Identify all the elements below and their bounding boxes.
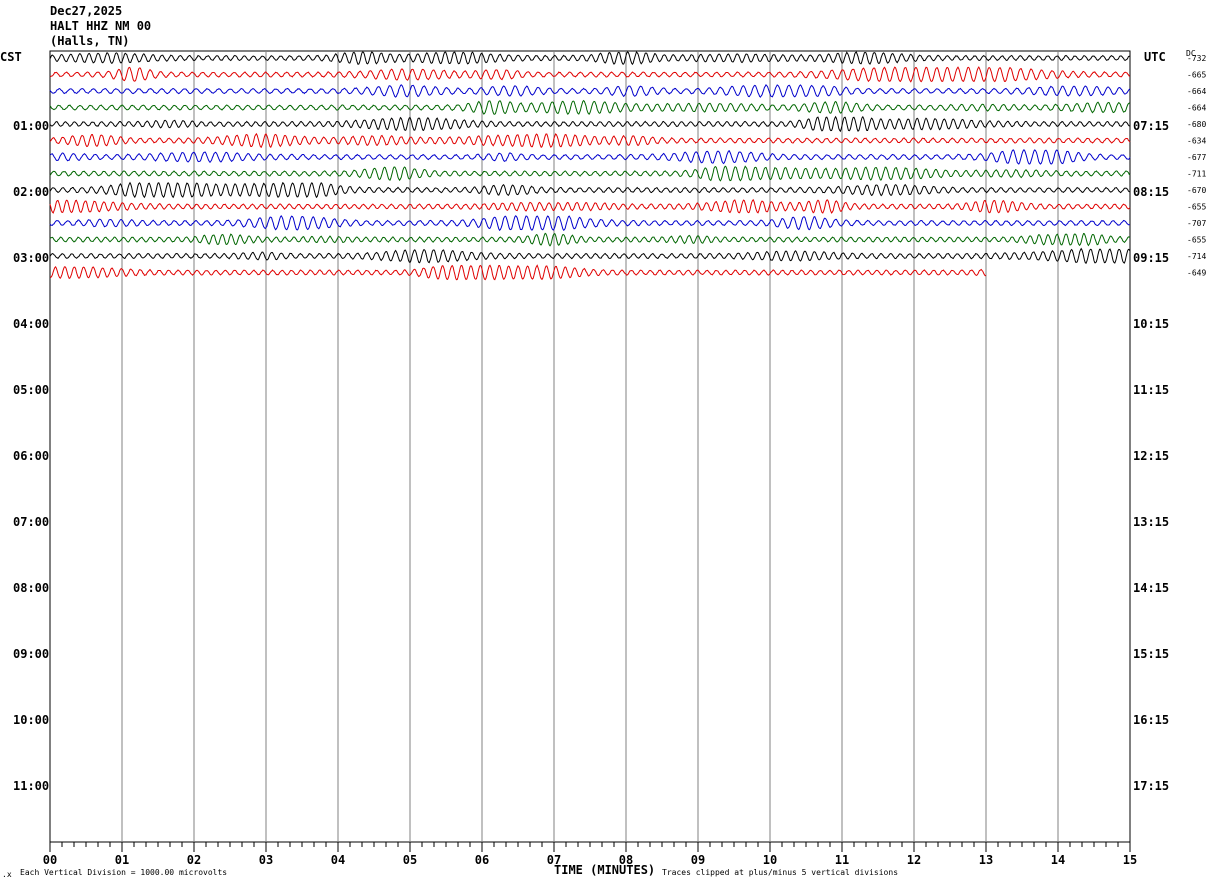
- dc-offset-label: -665: [1187, 71, 1206, 80]
- seismic-trace: [49, 232, 1131, 247]
- dc-offset-label: -664: [1187, 104, 1206, 113]
- x-tick-label: 06: [475, 853, 489, 867]
- dc-offset-label: -707: [1187, 219, 1206, 228]
- seismic-trace: [49, 99, 1131, 115]
- left-hour-label: 03:00: [13, 251, 49, 265]
- seismic-trace: [49, 132, 1131, 149]
- plot-frame: [49, 50, 1131, 843]
- left-hour-label: 01:00: [13, 119, 49, 133]
- left-hour-label: 08:00: [13, 581, 49, 595]
- helicorder-plot: 00 01 02 03 04 05 06 07 08 09 10 11 12 13 14 1501:00 07:…: [13, 50, 1206, 867]
- left-hour-label: 10:00: [13, 713, 49, 727]
- seismic-trace: [49, 215, 1131, 232]
- seismic-trace: [49, 66, 1131, 83]
- right-hour-label: 14:15: [1133, 581, 1169, 595]
- corner-mark: .x: [2, 870, 12, 879]
- seismic-trace: [49, 149, 1131, 165]
- x-tick-label: 04: [331, 853, 345, 867]
- x-tick-label: 15: [1123, 853, 1137, 867]
- x-tick-label: 11: [835, 853, 849, 867]
- x-axis-label: TIME (MINUTES): [554, 863, 656, 877]
- scale-note: Each Vertical Division = 1000.00 microvo…: [20, 868, 228, 877]
- left-hour-label: 09:00: [13, 647, 49, 661]
- seismic-trace: [49, 264, 987, 281]
- dc-offset-label: -655: [1187, 236, 1206, 245]
- x-tick-label: 01: [115, 853, 129, 867]
- x-tick-label: 10: [763, 853, 777, 867]
- left-hour-label: 11:00: [13, 779, 49, 793]
- dc-offset-label: -670: [1187, 186, 1206, 195]
- dc-offset-label: -634: [1187, 137, 1206, 146]
- dc-offset-label: -664: [1187, 87, 1206, 96]
- dc-offset-label: -655: [1187, 203, 1206, 212]
- right-hour-label: 08:15: [1133, 185, 1169, 199]
- x-tick-label: 03: [259, 853, 273, 867]
- right-hour-label: 10:15: [1133, 317, 1169, 331]
- dc-offset-label: -649: [1187, 269, 1206, 278]
- dc-offset-label: -711: [1187, 170, 1206, 179]
- seismic-trace: [49, 165, 1131, 182]
- x-tick-label: 09: [691, 853, 705, 867]
- x-tick-label: 00: [43, 853, 57, 867]
- left-hour-label: 02:00: [13, 185, 49, 199]
- dc-offset-label: -732: [1187, 54, 1206, 63]
- dc-offset-label: -680: [1187, 120, 1206, 129]
- seismic-trace: [49, 83, 1131, 98]
- right-hour-label: 17:15: [1133, 779, 1169, 793]
- right-hour-label: 12:15: [1133, 449, 1169, 463]
- right-hour-label: 09:15: [1133, 251, 1169, 265]
- dc-offset-label: -677: [1187, 153, 1206, 162]
- right-hour-label: 11:15: [1133, 383, 1169, 397]
- x-tick-label: 13: [979, 853, 993, 867]
- right-hour-label: 07:15: [1133, 119, 1169, 133]
- left-hour-label: 05:00: [13, 383, 49, 397]
- right-hour-label: 16:15: [1133, 713, 1169, 727]
- seismic-trace: [49, 198, 1131, 214]
- dc-offset-label: -714: [1187, 252, 1206, 261]
- left-hour-label: 07:00: [13, 515, 49, 529]
- seismic-trace: [49, 115, 1131, 133]
- x-tick-label: 05: [403, 853, 417, 867]
- seismic-trace: [49, 51, 1131, 66]
- left-hour-label: 04:00: [13, 317, 49, 331]
- seismic-trace: [49, 247, 1131, 265]
- x-tick-label: 02: [187, 853, 201, 867]
- right-hour-label: 13:15: [1133, 515, 1169, 529]
- seismic-trace: [49, 181, 1131, 199]
- left-hour-label: 06:00: [13, 449, 49, 463]
- x-tick-label: 12: [907, 853, 921, 867]
- x-tick-label: 14: [1051, 853, 1065, 867]
- right-hour-label: 15:15: [1133, 647, 1169, 661]
- clip-note: Traces clipped at plus/minus 5 vertical …: [662, 868, 899, 877]
